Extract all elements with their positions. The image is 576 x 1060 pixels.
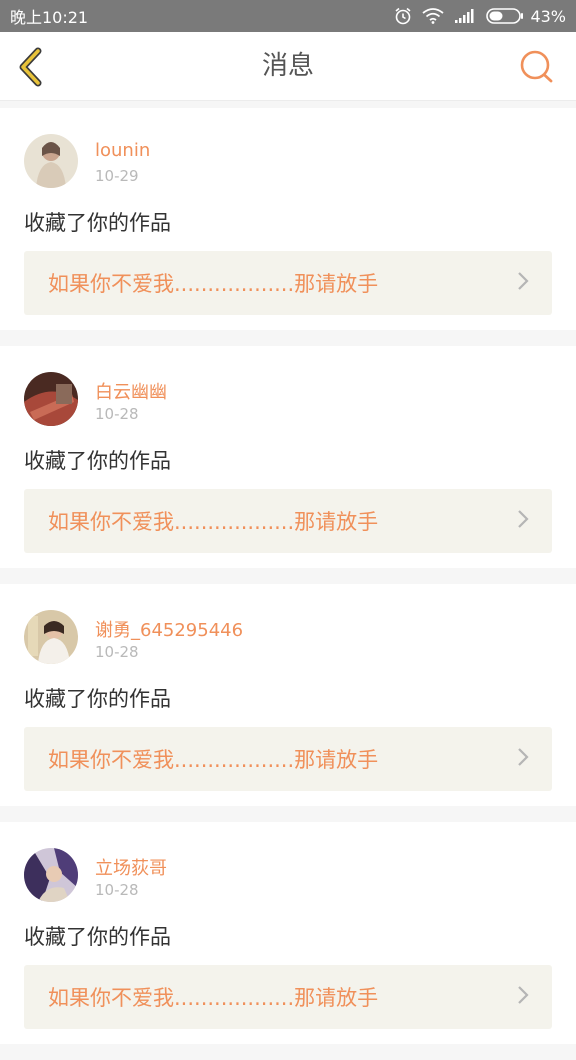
action-text: 收藏了你的作品: [24, 925, 171, 949]
wifi-icon: [422, 8, 444, 24]
status-icons: 43%: [394, 7, 566, 26]
user-name[interactable]: 立场荻哥: [95, 854, 167, 880]
chevron-right-icon: [516, 985, 530, 1009]
work-link[interactable]: 如果你不爱我..................那请放手: [24, 489, 552, 553]
user-name[interactable]: 谢勇_645295446: [95, 616, 243, 642]
avatar[interactable]: [24, 134, 78, 188]
message-date: 10-28: [95, 405, 139, 423]
work-title: 如果你不爱我..................那请放手: [48, 748, 379, 772]
message-card[interactable]: 立场荻哥 10-28 收藏了你的作品 如果你不爱我...............…: [0, 822, 576, 1044]
status-time: 晚上10:21: [10, 8, 89, 27]
message-date: 10-29: [95, 167, 139, 185]
alarm-icon: [394, 7, 412, 25]
message-list: lounin 10-29 收藏了你的作品 如果你不爱我.............…: [0, 108, 576, 1060]
chevron-right-icon: [516, 509, 530, 533]
battery-percent: 43%: [530, 6, 566, 26]
battery-indicator: 43%: [486, 7, 566, 26]
work-link[interactable]: 如果你不爱我..................那请放手: [24, 727, 552, 791]
avatar[interactable]: [24, 848, 78, 902]
battery-icon: [486, 8, 524, 24]
user-name[interactable]: lounin: [95, 140, 150, 161]
action-text: 收藏了你的作品: [24, 687, 171, 711]
signal-icon: [454, 8, 476, 24]
message-card[interactable]: 白云幽幽 10-28 收藏了你的作品 如果你不爱我...............…: [0, 346, 576, 568]
message-card[interactable]: 谢勇_645295446 10-28 收藏了你的作品 如果你不爱我.......…: [0, 584, 576, 806]
search-icon: [518, 50, 556, 90]
page-title: 消息: [261, 51, 314, 81]
work-title: 如果你不爱我..................那请放手: [48, 986, 379, 1010]
avatar[interactable]: [24, 372, 78, 426]
message-card[interactable]: lounin 10-29 收藏了你的作品 如果你不爱我.............…: [0, 108, 576, 330]
message-date: 10-28: [95, 643, 139, 661]
chevron-right-icon: [516, 747, 530, 771]
avatar[interactable]: [24, 610, 78, 664]
search-button[interactable]: [518, 48, 556, 86]
work-link[interactable]: 如果你不爱我..................那请放手: [24, 251, 552, 315]
message-date: 10-28: [95, 881, 139, 899]
user-name[interactable]: 白云幽幽: [95, 378, 167, 404]
status-bar: 晚上10:21 43%: [0, 0, 576, 32]
header-bar: 消息: [0, 32, 576, 101]
action-text: 收藏了你的作品: [24, 449, 171, 473]
work-link[interactable]: 如果你不爱我..................那请放手: [24, 965, 552, 1029]
action-text: 收藏了你的作品: [24, 211, 171, 235]
work-title: 如果你不爱我..................那请放手: [48, 510, 379, 534]
chevron-right-icon: [516, 271, 530, 295]
work-title: 如果你不爱我..................那请放手: [48, 272, 379, 296]
